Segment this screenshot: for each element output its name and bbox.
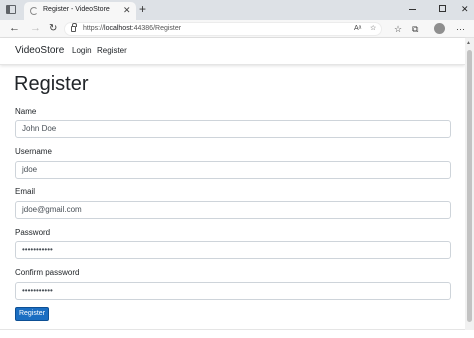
address-bar[interactable]: https://localhost:44386/Register Aᵃ ☆ [64, 22, 382, 36]
email-label: Email [15, 187, 36, 196]
brand-link[interactable]: VideoStore [15, 45, 64, 56]
minimize-button[interactable] [409, 9, 416, 10]
register-submit-button[interactable]: Register [15, 307, 49, 321]
page-divider [0, 329, 465, 330]
name-label: Name [15, 107, 37, 116]
favorites-icon[interactable]: ☆ [394, 23, 402, 35]
url-host: localhost [104, 25, 132, 32]
back-button[interactable]: ← [9, 22, 20, 35]
collections-icon[interactable]: ⧉ [412, 23, 418, 35]
new-tab-button[interactable]: + [139, 2, 146, 16]
maximize-button[interactable] [439, 5, 446, 12]
page-scrollbar[interactable]: ▲ [465, 38, 474, 330]
username-input[interactable]: jdoe [15, 161, 451, 179]
tab-title: Register - VideoStore [43, 6, 110, 13]
nav-link-login[interactable]: Login [72, 46, 92, 55]
window-close-button[interactable]: ✕ [461, 3, 469, 15]
forward-button[interactable]: → [30, 22, 41, 35]
scroll-up-arrow-icon[interactable]: ▲ [466, 40, 471, 46]
password-input[interactable]: ••••••••••• [15, 241, 451, 259]
lock-icon[interactable] [71, 23, 77, 32]
confirm-password-label: Confirm password [15, 268, 80, 277]
browser-tab-strip: Register - VideoStore ✕ + ✕ [0, 0, 474, 20]
loading-spinner-icon [30, 7, 38, 15]
more-menu-icon[interactable]: ⋯ [456, 23, 465, 35]
page-title: Register [14, 73, 89, 95]
password-label: Password [15, 228, 51, 237]
profile-avatar[interactable] [434, 23, 445, 34]
site-navbar: VideoStore Login Register [0, 38, 465, 65]
browser-tab[interactable]: Register - VideoStore ✕ [24, 2, 136, 20]
url-scheme: https:// [83, 25, 105, 32]
reload-button[interactable]: ↻ [49, 22, 57, 35]
email-input[interactable]: jdoe@gmail.com [15, 201, 451, 219]
browser-toolbar: ← → ↻ https://localhost:44386/Register A… [0, 20, 474, 38]
scrollbar-thumb[interactable] [467, 50, 472, 322]
confirm-password-input[interactable]: ••••••••••• [15, 282, 451, 300]
url-path: :44386/Register [131, 25, 182, 32]
tab-actions-icon[interactable] [6, 5, 16, 14]
nav-link-register[interactable]: Register [97, 46, 127, 55]
url-text[interactable]: https://localhost:44386/Register [83, 25, 181, 32]
username-label: Username [15, 147, 52, 156]
favorite-star-icon[interactable]: ☆ [370, 24, 376, 34]
tab-close-icon[interactable]: ✕ [123, 4, 131, 16]
name-input[interactable]: John Doe [15, 120, 451, 138]
read-aloud-icon[interactable]: Aᵃ [354, 24, 361, 34]
